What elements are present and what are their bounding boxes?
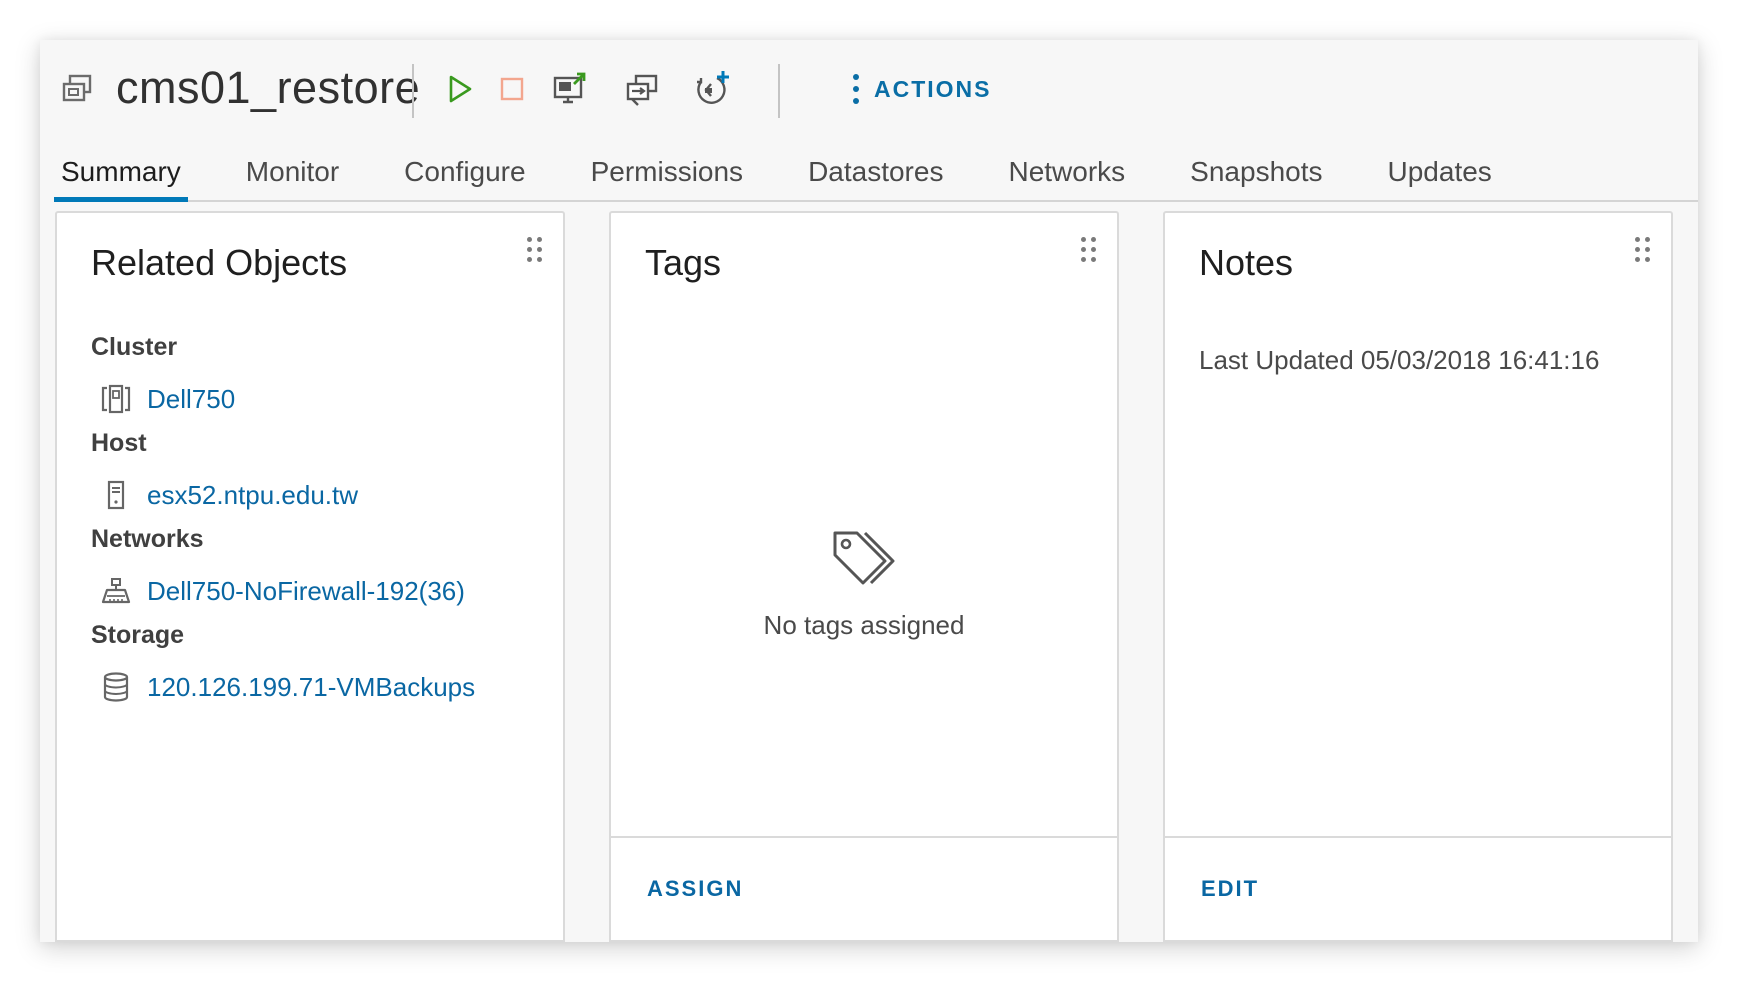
stop-icon bbox=[500, 77, 524, 101]
assign-tag-button[interactable]: ASSIGN bbox=[647, 876, 743, 902]
edit-notes-button[interactable]: EDIT bbox=[1201, 876, 1259, 902]
tab-networks[interactable]: Networks bbox=[1001, 144, 1132, 200]
drag-handle-icon[interactable] bbox=[1633, 235, 1653, 265]
datastore-icon bbox=[103, 672, 129, 702]
power-off-button[interactable] bbox=[492, 69, 532, 109]
virtual-machine-icon bbox=[62, 74, 92, 102]
toolbar-divider bbox=[412, 64, 414, 118]
migrate-button[interactable] bbox=[622, 69, 662, 109]
section-label-storage: Storage bbox=[91, 621, 185, 649]
drag-handle-icon[interactable] bbox=[525, 235, 545, 265]
tab-datastores[interactable]: Datastores bbox=[801, 144, 950, 200]
cluster-icon bbox=[101, 384, 131, 414]
play-icon bbox=[449, 75, 472, 103]
datastore-link[interactable]: 120.126.199.71-VMBackups bbox=[101, 669, 475, 705]
notes-last-updated: Last Updated 05/03/2018 16:41:16 bbox=[1199, 345, 1600, 375]
migrate-icon bbox=[626, 74, 658, 106]
actions-label: ACTIONS bbox=[874, 75, 992, 102]
tags-empty-state: No tags assigned bbox=[611, 529, 1117, 641]
vertical-ellipsis-icon bbox=[853, 74, 859, 104]
tab-summary[interactable]: Summary bbox=[54, 144, 188, 202]
tab-monitor[interactable]: Monitor bbox=[239, 144, 346, 200]
tab-bar: Summary Monitor Configure Permissions Da… bbox=[54, 144, 1698, 202]
tab-configure[interactable]: Configure bbox=[397, 144, 532, 200]
snapshot-button[interactable] bbox=[692, 69, 732, 109]
cluster-link[interactable]: Dell750 bbox=[101, 381, 235, 417]
host-icon bbox=[107, 480, 125, 510]
launch-console-button[interactable] bbox=[550, 69, 590, 109]
network-link[interactable]: Dell750-NoFirewall-192(36) bbox=[101, 573, 465, 609]
vm-summary-panel: cms01_restore ACTIONS Summary Monitor Co… bbox=[40, 40, 1698, 942]
datastore-link-text[interactable]: 120.126.199.71-VMBackups bbox=[147, 672, 475, 703]
card-title: Related Objects bbox=[91, 242, 348, 283]
page-title: cms01_restore bbox=[116, 62, 421, 113]
notes-card: Notes Last Updated 05/03/2018 16:41:16 E… bbox=[1163, 211, 1673, 942]
tag-icon bbox=[833, 531, 895, 585]
host-link[interactable]: esx52.ntpu.edu.tw bbox=[101, 477, 358, 513]
notes-card-footer: EDIT bbox=[1165, 836, 1671, 940]
object-header: cms01_restore ACTIONS bbox=[40, 40, 1698, 130]
tags-card-footer: ASSIGN bbox=[611, 836, 1117, 940]
section-label-host: Host bbox=[91, 429, 147, 457]
tab-permissions[interactable]: Permissions bbox=[584, 144, 750, 200]
actions-menu-button[interactable]: ACTIONS bbox=[852, 66, 992, 112]
tab-updates[interactable]: Updates bbox=[1381, 144, 1499, 200]
host-link-text[interactable]: esx52.ntpu.edu.tw bbox=[147, 480, 358, 511]
drag-handle-icon[interactable] bbox=[1079, 235, 1099, 265]
section-label-cluster: Cluster bbox=[91, 333, 178, 361]
card-title: Tags bbox=[645, 242, 722, 283]
section-label-networks: Networks bbox=[91, 525, 204, 553]
related-objects-card: Related Objects Cluster Dell750 Host esx… bbox=[55, 211, 565, 942]
toolbar-divider bbox=[778, 64, 780, 118]
tab-snapshots[interactable]: Snapshots bbox=[1183, 144, 1329, 200]
network-icon bbox=[101, 578, 131, 604]
card-title: Notes bbox=[1199, 242, 1294, 283]
network-link-text[interactable]: Dell750-NoFirewall-192(36) bbox=[147, 576, 465, 607]
snapshot-icon bbox=[697, 71, 729, 104]
console-icon bbox=[553, 72, 586, 104]
tags-empty-text: No tags assigned bbox=[763, 610, 965, 640]
tags-card: Tags No tags assigned ASSIGN bbox=[609, 211, 1119, 942]
power-on-button[interactable] bbox=[440, 69, 480, 109]
cluster-link-text[interactable]: Dell750 bbox=[147, 384, 235, 415]
